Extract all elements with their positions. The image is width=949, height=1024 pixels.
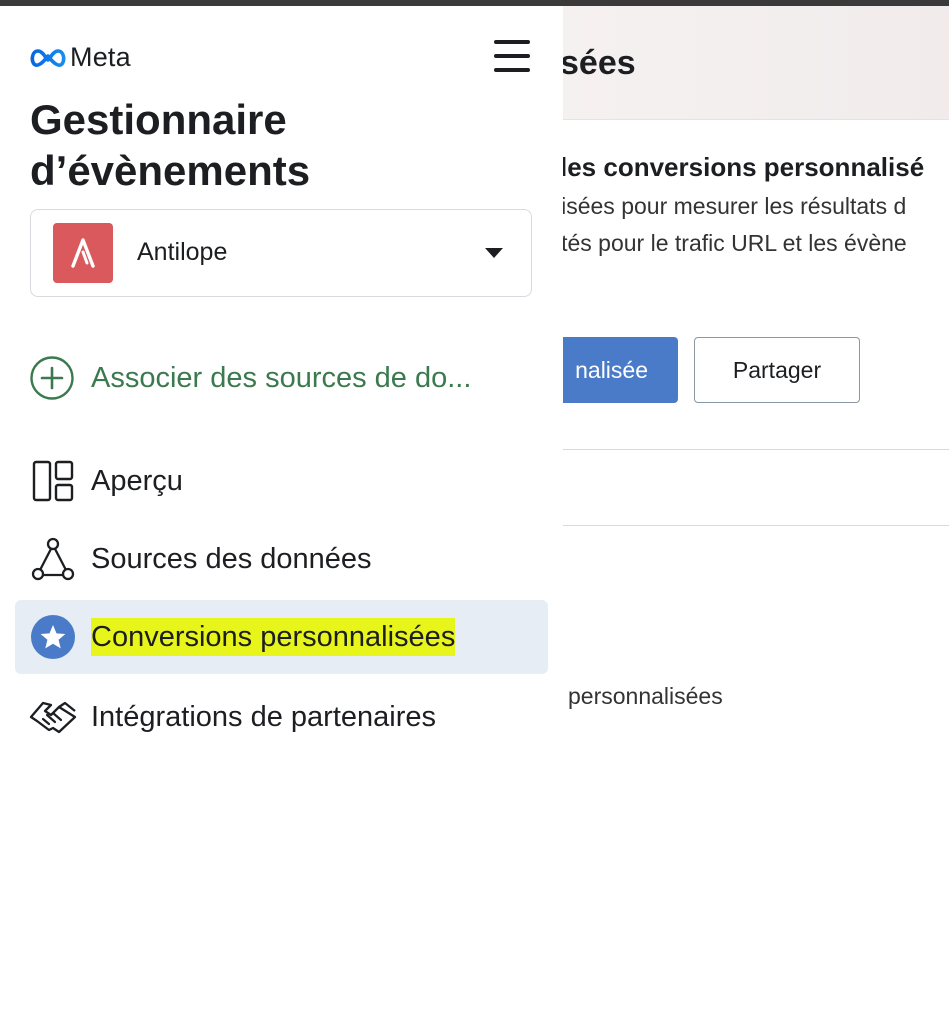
section-description-line-2: ités pour le trafic URL et les évène [556, 230, 907, 256]
divider [563, 449, 949, 450]
plus-circle-icon [30, 356, 74, 400]
sidebar: Meta Gestionnaire d’évènements Antilope … [0, 6, 563, 1024]
divider [563, 525, 949, 526]
connect-data-sources-label: Associer des sources de do... [91, 361, 472, 394]
account-logo-icon [71, 238, 95, 268]
meta-infinity-icon [30, 47, 66, 69]
sidebar-item-label: Conversions personnalisées [91, 618, 456, 656]
account-avatar [53, 223, 113, 283]
overview-grid-icon [29, 457, 77, 505]
sidebar-item-label: Sources des données [91, 542, 372, 575]
sidebar-item-overview[interactable]: Aperçu [15, 444, 548, 518]
section-heading: les conversions personnalisé [560, 152, 925, 182]
connect-data-sources-button[interactable]: Associer des sources de do... [30, 356, 471, 400]
share-button[interactable]: Partager [694, 337, 860, 403]
handshake-icon [29, 693, 77, 741]
hamburger-menu-icon[interactable] [490, 38, 532, 74]
caret-down-icon [485, 248, 503, 258]
meta-logo[interactable]: Meta [30, 42, 131, 73]
data-sources-icon [29, 535, 77, 583]
sidebar-item-label: Aperçu [91, 464, 183, 497]
account-selector[interactable]: Antilope [30, 209, 532, 297]
sidebar-item-data-sources[interactable]: Sources des données [15, 522, 548, 596]
star-circle-icon [29, 613, 77, 661]
page-title: sées [560, 44, 636, 82]
app-title: Gestionnaire d’évènements [30, 96, 311, 194]
section-description-line-1: lisées pour mesurer les résultats d [556, 193, 907, 219]
meta-wordmark: Meta [70, 42, 131, 72]
sidebar-item-label: Intégrations de partenaires [91, 700, 436, 733]
account-name: Antilope [137, 238, 228, 266]
sidebar-item-partner-integrations[interactable]: Intégrations de partenaires [15, 680, 548, 754]
empty-state-text: personnalisées [568, 683, 723, 709]
sidebar-item-custom-conversions[interactable]: Conversions personnalisées [15, 600, 548, 674]
